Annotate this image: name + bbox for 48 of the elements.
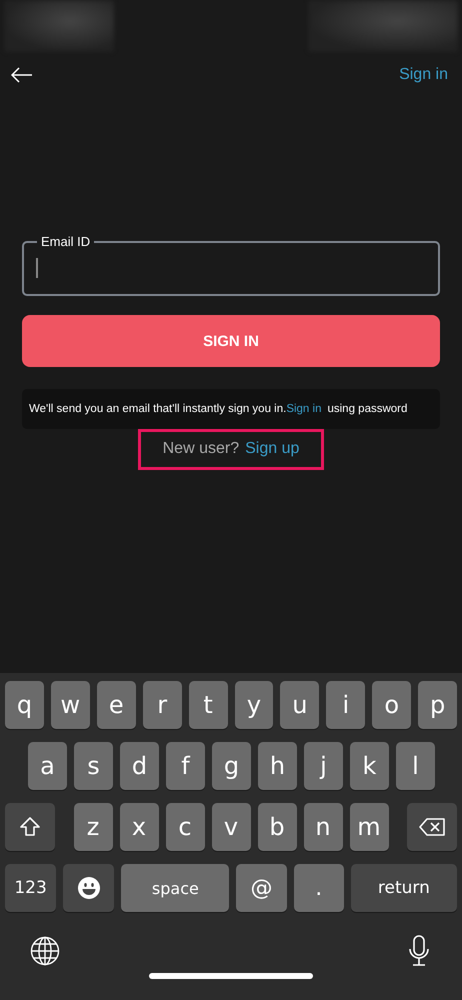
new-user-prompt: New user? bbox=[162, 440, 240, 458]
numbers-key[interactable]: 123 bbox=[5, 864, 56, 912]
key[interactable]: e bbox=[96, 681, 136, 729]
key[interactable]: p bbox=[418, 681, 458, 729]
key[interactable]: t bbox=[188, 681, 228, 729]
key[interactable]: c bbox=[166, 803, 204, 851]
sign-in-link[interactable]: Sign in bbox=[286, 403, 322, 415]
key[interactable]: g bbox=[212, 742, 251, 790]
key[interactable]: j bbox=[304, 742, 343, 790]
key[interactable]: m bbox=[350, 803, 388, 851]
sign-in-button[interactable]: SIGN IN bbox=[22, 315, 440, 367]
backspace-icon bbox=[418, 817, 446, 837]
sign-in-link[interactable]: Sign in bbox=[399, 66, 448, 84]
key[interactable]: . bbox=[294, 864, 344, 912]
key[interactable]: u bbox=[280, 681, 320, 729]
emoji-key[interactable] bbox=[63, 864, 114, 912]
key[interactable]: s bbox=[74, 742, 113, 790]
space-key[interactable]: space bbox=[121, 864, 230, 912]
key[interactable]: k bbox=[350, 742, 389, 790]
key[interactable]: v bbox=[212, 803, 250, 851]
shift-icon bbox=[18, 815, 42, 839]
key[interactable]: l bbox=[396, 742, 435, 790]
key[interactable]: @ bbox=[236, 864, 287, 912]
key[interactable]: b bbox=[258, 803, 296, 851]
emoji-icon bbox=[76, 876, 101, 900]
key[interactable]: h bbox=[258, 742, 297, 790]
key[interactable]: x bbox=[120, 803, 158, 851]
key[interactable]: o bbox=[372, 681, 412, 729]
key[interactable]: w bbox=[50, 681, 90, 729]
key[interactable]: f bbox=[166, 742, 205, 790]
key[interactable]: n bbox=[304, 803, 342, 851]
key[interactable]: r bbox=[142, 681, 182, 729]
key[interactable]: a bbox=[28, 742, 67, 790]
globe-icon[interactable] bbox=[30, 936, 60, 966]
key[interactable]: d bbox=[120, 742, 159, 790]
return-key[interactable]: return bbox=[350, 864, 457, 912]
key[interactable]: q bbox=[5, 681, 44, 729]
key[interactable]: z bbox=[74, 803, 112, 851]
key[interactable]: y bbox=[234, 681, 274, 729]
shift-key[interactable] bbox=[5, 803, 55, 851]
key[interactable]: i bbox=[326, 681, 366, 729]
microphone-icon[interactable] bbox=[408, 935, 430, 967]
text-cursor bbox=[36, 258, 38, 278]
email-field[interactable]: Email ID bbox=[22, 234, 440, 296]
back-arrow-icon[interactable] bbox=[11, 67, 33, 83]
sign-up-link[interactable]: Sign up bbox=[245, 440, 300, 458]
delete-key[interactable] bbox=[407, 803, 457, 851]
info-message: We'll send you an email that'll instantly sign you in.Sign in using password bbox=[22, 389, 440, 429]
